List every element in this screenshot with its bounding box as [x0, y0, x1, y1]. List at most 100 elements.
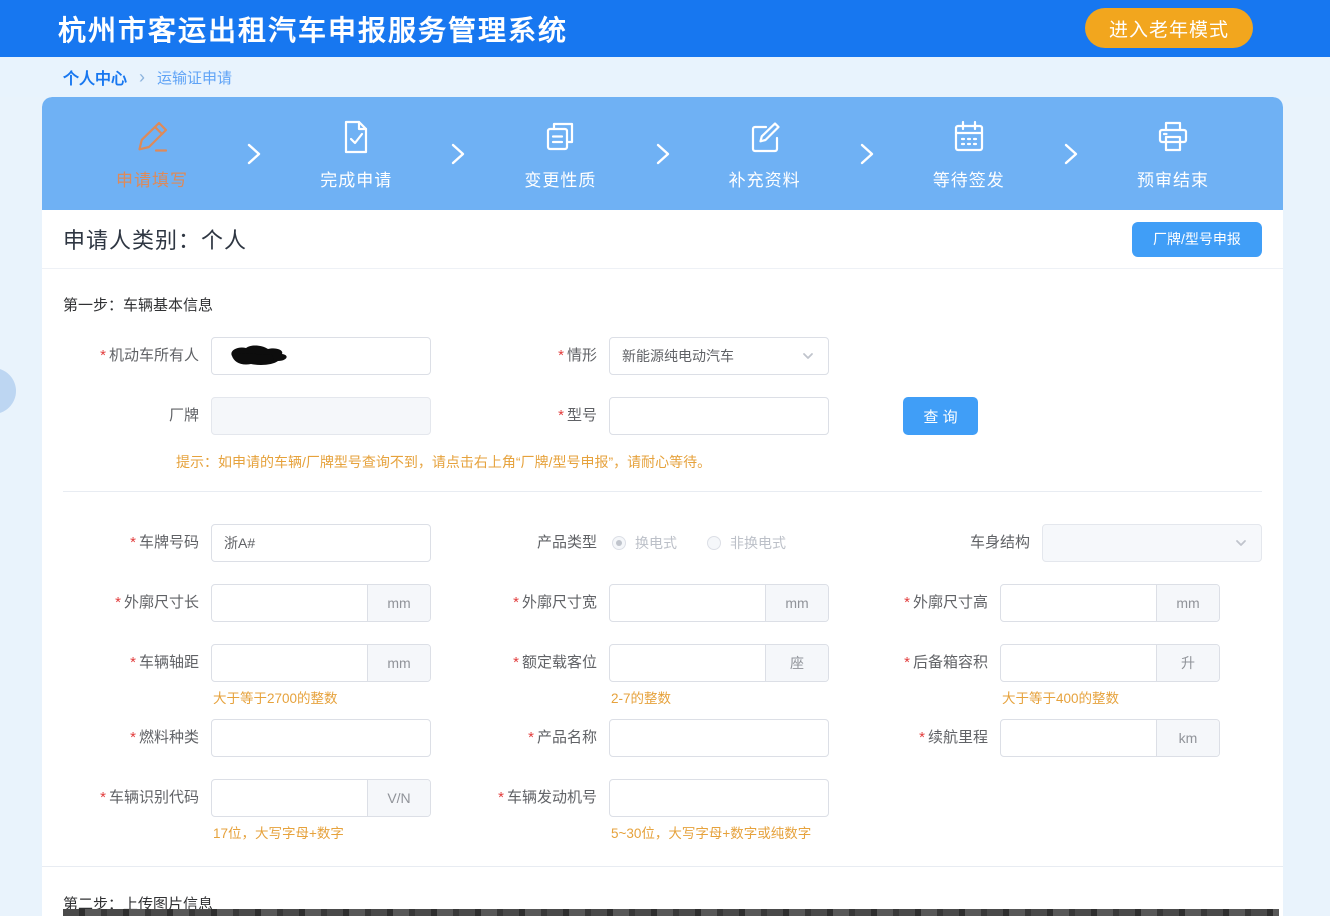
form-row: *外廓尺寸长 mm *外廓尺寸宽 mm *外廓尺寸高 — [63, 584, 1262, 622]
form-row: *燃料种类 *产品名称 *续航里程 km — [63, 719, 1262, 757]
query-button[interactable]: 查 询 — [903, 397, 978, 435]
brand-model-declare-button[interactable]: 厂牌/型号申报 — [1132, 222, 1262, 257]
step-chevron-icon — [831, 139, 903, 169]
unit-suffix: mm — [765, 585, 828, 621]
plate-number-label: *车牌号码 — [63, 524, 211, 562]
required-mark: * — [115, 594, 121, 611]
radio-non-battery-swap[interactable]: 非换电式 — [707, 533, 786, 553]
product-name-field: *产品名称 — [431, 719, 829, 757]
outer-width-input[interactable]: mm — [609, 584, 829, 622]
form-row: *车辆识别代码 V/N 17位，大写字母+数字 *车辆发动机号 5~30位，大写… — [63, 779, 1262, 817]
outer-height-label: *外廓尺寸高 — [829, 584, 1000, 622]
step-label: 变更性质 — [524, 166, 596, 191]
breadcrumb-personal-center[interactable]: 个人中心 — [63, 65, 127, 89]
step-application-fill[interactable]: 申请填写 — [86, 117, 218, 191]
step-preliminary-review-end[interactable]: 预审结束 — [1107, 117, 1239, 191]
wheelbase-field: *车辆轴距 mm 大于等于2700的整数 — [63, 644, 431, 682]
required-mark: * — [100, 789, 106, 806]
seats-label: *额定载客位 — [431, 644, 609, 682]
driving-range-input[interactable]: km — [1000, 719, 1220, 757]
printer-icon — [1153, 117, 1193, 157]
required-mark: * — [558, 407, 564, 424]
vin-hint: 17位，大写字母+数字 — [213, 822, 344, 842]
body-structure-label: 车身结构 — [871, 524, 1042, 562]
chevron-down-icon — [800, 348, 816, 364]
owner-input[interactable] — [211, 337, 431, 375]
fuel-type-input[interactable] — [211, 719, 431, 757]
engine-number-input[interactable] — [609, 779, 829, 817]
documents-copy-icon — [540, 117, 580, 157]
progress-steps: 申请填写 完成申请 变更性质 补充资料 等待签发 — [42, 97, 1283, 210]
step-supplementary-materials[interactable]: 补充资料 — [699, 117, 831, 191]
trunk-volume-input[interactable]: 升 — [1000, 644, 1220, 682]
divider — [63, 491, 1262, 492]
wheelbase-hint: 大于等于2700的整数 — [213, 687, 338, 707]
radio-selected-icon — [612, 536, 626, 550]
outer-length-label: *外廓尺寸长 — [63, 584, 211, 622]
engine-number-label: *车辆发动机号 — [431, 779, 609, 817]
breadcrumb-transport-permit-application[interactable]: 运输证申请 — [157, 67, 232, 88]
breadcrumb-separator-icon: › — [139, 68, 145, 86]
model-field: *型号 — [431, 397, 829, 435]
outer-height-field: *外廓尺寸高 mm — [829, 584, 1220, 622]
required-mark: * — [904, 654, 910, 671]
unit-suffix: mm — [367, 645, 430, 681]
owner-field: *机动车所有人 — [63, 337, 431, 375]
trunk-volume-hint: 大于等于400的整数 — [1002, 687, 1119, 707]
elder-mode-button[interactable]: 进入老年模式 — [1085, 8, 1253, 48]
outer-height-input[interactable]: mm — [1000, 584, 1220, 622]
product-type-radio-group: 换电式 非换电式 — [612, 524, 786, 562]
required-mark: * — [498, 789, 504, 806]
redaction-scribble — [224, 343, 298, 369]
breadcrumb: 个人中心 › 运输证申请 — [0, 57, 1330, 97]
form-row: 厂牌 *型号 查 询 — [63, 397, 1262, 435]
engine-number-field: *车辆发动机号 5~30位，大写字母+数字或纯数字 — [431, 779, 829, 817]
radio-unselected-icon — [707, 536, 721, 550]
app-title: 杭州市客运出租汽车申报服务管理系统 — [58, 9, 568, 49]
required-mark: * — [130, 534, 136, 551]
step1-section-title: 第一步：车辆基本信息 — [63, 294, 1262, 315]
seats-input[interactable]: 座 — [609, 644, 829, 682]
wheelbase-input[interactable]: mm — [211, 644, 431, 682]
brand-input — [211, 397, 431, 435]
step-awaiting-issuance[interactable]: 等待签发 — [903, 117, 1035, 191]
form-row: *车牌号码 浙A# 产品类型 换电式 非换电式 车身结构 — [63, 524, 1262, 562]
product-name-input[interactable] — [609, 719, 829, 757]
outer-length-input[interactable]: mm — [211, 584, 431, 622]
step-chevron-icon — [1035, 139, 1107, 169]
vin-field: *车辆识别代码 V/N 17位，大写字母+数字 — [63, 779, 431, 817]
step-label: 等待签发 — [933, 166, 1005, 191]
applicant-category-title: 申请人类别：个人 — [63, 223, 247, 255]
body-structure-select — [1042, 524, 1262, 562]
step-change-nature[interactable]: 变更性质 — [494, 117, 626, 191]
step-label: 预审结束 — [1137, 166, 1209, 191]
main-card: 申请填写 完成申请 变更性质 补充资料 等待签发 — [42, 97, 1283, 916]
brand-label: 厂牌 — [63, 397, 211, 435]
fuel-type-field: *燃料种类 — [63, 719, 431, 757]
situation-value: 新能源纯电动汽车 — [622, 346, 734, 366]
cutoff-content-strip — [63, 909, 1279, 916]
required-mark: * — [919, 729, 925, 746]
required-mark: * — [130, 729, 136, 746]
vin-label: *车辆识别代码 — [63, 779, 211, 817]
vehicle-form: 第一步：车辆基本信息 *机动车所有人 *情形 新能源纯电动汽车 — [42, 294, 1283, 914]
required-mark: * — [513, 654, 519, 671]
step-chevron-icon — [422, 139, 494, 169]
step-complete-application[interactable]: 完成申请 — [290, 117, 422, 191]
model-input[interactable] — [609, 397, 829, 435]
required-mark: * — [904, 594, 910, 611]
vin-input[interactable]: V/N — [211, 779, 431, 817]
required-mark: * — [100, 347, 106, 364]
driving-range-label: *续航里程 — [829, 719, 1000, 757]
situation-select[interactable]: 新能源纯电动汽车 — [609, 337, 829, 375]
floating-widget-handle[interactable] — [0, 368, 16, 414]
situation-field: *情形 新能源纯电动汽车 — [431, 337, 829, 375]
trunk-volume-label: *后备箱容积 — [829, 644, 1000, 682]
radio-battery-swap[interactable]: 换电式 — [612, 533, 677, 553]
product-type-field: 产品类型 换电式 非换电式 — [431, 524, 786, 562]
required-mark: * — [513, 594, 519, 611]
plate-number-input[interactable]: 浙A# — [211, 524, 431, 562]
required-mark: * — [130, 654, 136, 671]
unit-suffix: km — [1156, 720, 1219, 756]
product-name-label: *产品名称 — [431, 719, 609, 757]
